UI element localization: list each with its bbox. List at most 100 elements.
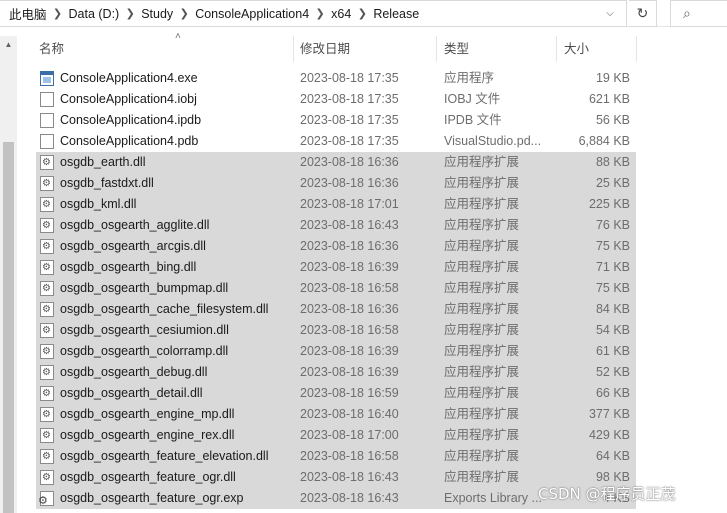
search-input[interactable]: ⌕ — [670, 0, 727, 27]
file-modified-date: 2023-08-18 16:39 — [300, 260, 399, 274]
file-modified-date: 2023-08-18 17:01 — [300, 197, 399, 211]
file-row[interactable]: osgdb_osgearth_engine_mp.dll 2023-08-18 1… — [36, 404, 636, 425]
chevron-right-icon[interactable]: ❯ — [119, 7, 141, 20]
file-modified-date: 2023-08-18 17:35 — [300, 134, 399, 148]
vertical-scrollbar[interactable]: ▲ — [0, 36, 17, 513]
crumb-this-pc[interactable]: 此电脑 — [9, 4, 47, 23]
column-header-date[interactable]: 修改日期 — [296, 36, 434, 62]
file-name: osgdb_earth.dll — [60, 155, 146, 169]
file-row[interactable]: ConsoleApplication4.pdb 2023-08-18 17:35 V… — [36, 131, 636, 152]
crumb-release[interactable]: Release — [373, 7, 419, 21]
file-modified-date: 2023-08-18 16:58 — [300, 323, 399, 337]
file-type: IPDB 文件 — [444, 113, 502, 127]
breadcrumb[interactable]: 此电脑 ❯ Data (D:) ❯ Study ❯ ConsoleApplica… — [0, 0, 627, 27]
refresh-icon: ↻ — [636, 5, 649, 21]
file-row[interactable]: osgdb_osgearth_colorramp.dll 2023-08-18 1… — [36, 341, 636, 362]
file-modified-date: 2023-08-18 17:35 — [300, 113, 399, 127]
file-size: 225 KB — [588, 197, 630, 211]
file-row[interactable]: osgdb_osgearth_detail.dll 2023-08-18 16:5… — [36, 383, 636, 404]
file-modified-date: 2023-08-18 16:36 — [300, 302, 399, 316]
file-row[interactable]: ConsoleApplication4.exe 2023-08-18 17:35 应… — [36, 68, 636, 89]
file-type: IOBJ 文件 — [444, 92, 501, 106]
file-type: 应用程序扩展 — [444, 323, 520, 337]
file-modified-date: 2023-08-18 16:58 — [300, 281, 399, 295]
dll-icon — [40, 470, 54, 485]
file-row[interactable]: osgdb_osgearth_cache_filesystem.dll 2023-… — [36, 299, 636, 320]
dll-icon — [40, 260, 54, 275]
scrollbar-thumb[interactable] — [3, 142, 14, 513]
file-name: ConsoleApplication4.ipdb — [60, 113, 202, 127]
dll-icon — [40, 428, 54, 443]
dll-icon — [40, 449, 54, 464]
file-modified-date: 2023-08-18 16:43 — [300, 491, 399, 505]
file-name: osgdb_osgearth_feature_elevation.dll — [60, 449, 269, 463]
file-modified-date: 2023-08-18 17:35 — [300, 92, 399, 106]
refresh-button[interactable]: ↻ — [629, 0, 657, 27]
file-row[interactable]: osgdb_osgearth_bumpmap.dll 2023-08-18 16:… — [36, 278, 636, 299]
file-size: 25 KB — [595, 176, 630, 190]
file-modified-date: 2023-08-18 16:36 — [300, 176, 399, 190]
file-row[interactable]: osgdb_osgearth_cesiumion.dll 2023-08-18 1… — [36, 320, 636, 341]
file-type: 应用程序扩展 — [444, 365, 520, 379]
chevron-right-icon[interactable]: ❯ — [351, 7, 373, 20]
file-type: 应用程序扩展 — [444, 386, 520, 400]
file-row[interactable]: ConsoleApplication4.iobj 2023-08-18 17:35… — [36, 89, 636, 110]
file-row[interactable]: osgdb_earth.dll 2023-08-18 16:36 应用程序扩展 88 … — [36, 152, 636, 173]
file-row[interactable]: osgdb_osgearth_debug.dll 2023-08-18 16:39… — [36, 362, 636, 383]
address-toolbar: 此电脑 ❯ Data (D:) ❯ Study ❯ ConsoleApplica… — [0, 0, 727, 27]
file-row[interactable]: osgdb_osgearth_agglite.dll 2023-08-18 16:… — [36, 215, 636, 236]
file-size: 64 KB — [595, 449, 630, 463]
file-size: 429 KB — [588, 428, 630, 442]
file-row[interactable]: ConsoleApplication4.ipdb 2023-08-18 17:35… — [36, 110, 636, 131]
file-type: 应用程序扩展 — [444, 197, 520, 211]
crumb-project[interactable]: ConsoleApplication4 — [195, 7, 309, 21]
file-modified-date: 2023-08-18 16:40 — [300, 407, 399, 421]
file-row[interactable]: osgdb_osgearth_feature_elevation.dll 2023… — [36, 446, 636, 467]
dll-icon — [40, 155, 54, 170]
dll-icon — [40, 386, 54, 401]
file-name: ConsoleApplication4.iobj — [60, 92, 197, 106]
chevron-right-icon[interactable]: ❯ — [47, 7, 69, 20]
column-divider[interactable] — [293, 36, 294, 62]
file-list: ConsoleApplication4.exe 2023-08-18 17:35 应… — [36, 68, 636, 509]
file-type: 应用程序扩展 — [444, 428, 520, 442]
file-type: 应用程序扩展 — [444, 407, 520, 421]
file-name: osgdb_osgearth_bumpmap.dll — [60, 281, 229, 295]
file-name: osgdb_osgearth_debug.dll — [60, 365, 208, 379]
column-divider[interactable] — [636, 36, 637, 62]
file-row[interactable]: osgdb_osgearth_arcgis.dll 2023-08-18 16:3… — [36, 236, 636, 257]
scroll-up-arrow-icon[interactable]: ▲ — [0, 36, 17, 53]
crumb-study[interactable]: Study — [141, 7, 173, 21]
column-header-name[interactable]: 名称 — [35, 36, 293, 62]
column-divider[interactable] — [556, 36, 557, 62]
column-header-size[interactable]: 大小 — [560, 36, 636, 62]
column-header-type[interactable]: 类型 — [440, 36, 556, 62]
file-modified-date: 2023-08-18 17:00 — [300, 428, 399, 442]
file-size: 6,884 KB — [578, 134, 630, 148]
file-row[interactable]: osgdb_fastdxt.dll 2023-08-18 16:36 应用程序扩展 2… — [36, 173, 636, 194]
chevron-down-icon[interactable]: ⌵ — [600, 6, 620, 22]
file-modified-date: 2023-08-18 16:36 — [300, 239, 399, 253]
column-divider[interactable] — [436, 36, 437, 62]
file-modified-date: 2023-08-18 16:39 — [300, 344, 399, 358]
dll-icon — [40, 365, 54, 380]
crumb-x64[interactable]: x64 — [331, 7, 351, 21]
dll-icon — [40, 323, 54, 338]
file-size: 52 KB — [595, 365, 630, 379]
exp-icon — [38, 491, 54, 506]
file-name: osgdb_kml.dll — [60, 197, 137, 211]
dll-icon — [40, 197, 54, 212]
file-name: osgdb_osgearth_cache_filesystem.dll — [60, 302, 269, 316]
file-modified-date: 2023-08-18 16:39 — [300, 365, 399, 379]
file-row[interactable]: osgdb_osgearth_bing.dll 2023-08-18 16:39 应… — [36, 257, 636, 278]
file-name: osgdb_fastdxt.dll — [60, 176, 154, 190]
document-icon — [40, 134, 54, 149]
document-icon — [40, 92, 54, 107]
chevron-right-icon[interactable]: ❯ — [173, 7, 195, 20]
file-size: 54 KB — [595, 323, 630, 337]
file-row[interactable]: osgdb_osgearth_engine_rex.dll 2023-08-18 … — [36, 425, 636, 446]
dll-icon — [40, 218, 54, 233]
chevron-right-icon[interactable]: ❯ — [309, 7, 331, 20]
file-row[interactable]: osgdb_kml.dll 2023-08-18 17:01 应用程序扩展 225 K… — [36, 194, 636, 215]
crumb-drive[interactable]: Data (D:) — [69, 7, 120, 21]
